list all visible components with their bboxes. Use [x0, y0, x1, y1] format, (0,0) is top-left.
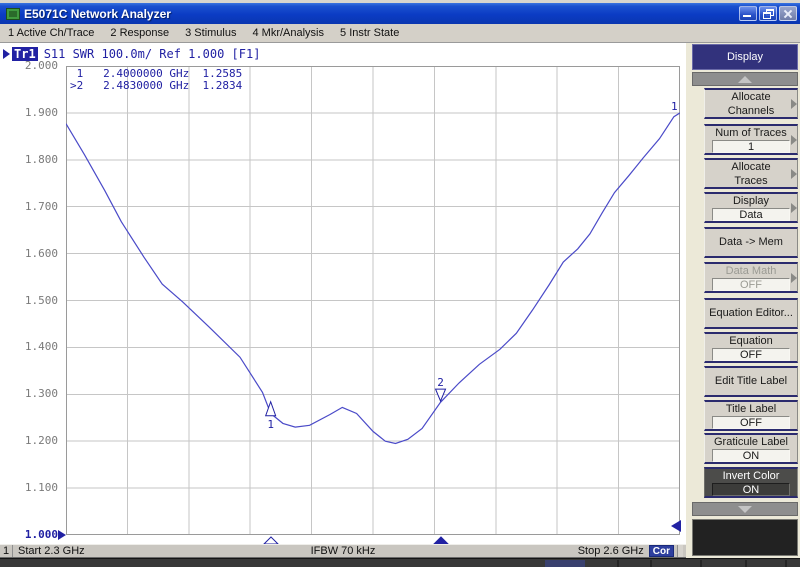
softkey-value: Data	[712, 208, 790, 221]
y-axis-label: 1.100	[8, 481, 58, 495]
y-axis-label: 1.200	[8, 434, 58, 448]
softkey-value: ON	[712, 449, 790, 462]
app-icon	[6, 8, 20, 20]
softkey-label: Display	[705, 194, 797, 208]
sweep-position-arrow-icon	[671, 520, 681, 532]
softkey-equation[interactable]: EquationOFF	[704, 332, 798, 363]
plot-area: 1 1 2	[66, 66, 680, 535]
menu-item-2-response[interactable]: 2 Response	[102, 25, 177, 41]
softkey-label: Num of Traces	[705, 126, 797, 140]
softkey-label: Invert Color	[705, 469, 797, 483]
softkey-label: Edit Title Label	[705, 368, 797, 394]
softkey-invert-color[interactable]: Invert ColorON	[704, 467, 798, 498]
y-axis-label: 1.000	[8, 528, 58, 542]
svg-text:2: 2	[437, 376, 444, 389]
softkey-equation-editor[interactable]: Equation Editor...	[704, 298, 798, 329]
softkey-label: Data Math	[705, 264, 797, 278]
analyzer-window: E5071C Network Analyzer 1 Active Ch/Trac…	[0, 0, 800, 567]
reference-level-arrow-icon	[58, 530, 66, 540]
svg-text:1: 1	[671, 100, 678, 113]
y-axis-label: 1.600	[8, 247, 58, 261]
softkey-value: OFF	[712, 278, 790, 291]
correction-badge: Cor	[649, 545, 674, 557]
y-axis-label: 1.400	[8, 340, 58, 354]
status-bar: 1 Start 2.3 GHz IFBW 70 kHz Stop 2.6 GHz…	[0, 544, 686, 558]
softkey-right-arrow-icon	[791, 135, 797, 145]
softkey-label: Traces	[705, 174, 797, 188]
softkey-label: Title Label	[705, 402, 797, 416]
menu-item-3-stimulus[interactable]: 3 Stimulus	[177, 25, 244, 41]
softkey-right-arrow-icon	[791, 203, 797, 213]
stop-frequency: Stop 2.6 GHz	[578, 545, 644, 557]
softkey-right-arrow-icon	[791, 99, 797, 109]
softkey-label: Allocate	[705, 160, 797, 174]
taskbar-divider	[785, 560, 787, 567]
menu-bar: 1 Active Ch/Trace2 Response3 Stimulus4 M…	[0, 24, 800, 43]
softkey-scroll-up-button[interactable]	[692, 72, 798, 86]
softkey-menu-title: Display	[692, 44, 798, 70]
softkey-num-of-traces[interactable]: Num of Traces1	[704, 124, 798, 155]
softkey-label: Allocate	[705, 90, 797, 104]
softkey-title-label[interactable]: Title LabelOFF	[704, 400, 798, 431]
trace-parameters: S11 SWR 100.0m/ Ref 1.000 [F1]	[44, 47, 261, 61]
status-spacer	[677, 545, 683, 557]
softkey-label: Data -> Mem	[705, 229, 797, 255]
marker-readout: 1 2.4000000 GHz 1.2585 >2 2.4830000 GHz …	[70, 68, 242, 92]
softkey-label: Channels	[705, 104, 797, 118]
menu-item-1-active-ch-trace[interactable]: 1 Active Ch/Trace	[0, 25, 102, 41]
softkey-panel: Display AllocateChannelsNum of Traces1Al…	[686, 43, 800, 558]
softkey-label: Graticule Label	[705, 435, 797, 449]
softkey-allocate-channels[interactable]: AllocateChannels	[704, 88, 798, 119]
softkey-label: Equation	[705, 334, 797, 348]
softkey-label: Equation Editor...	[705, 300, 797, 326]
y-axis-label: 1.700	[8, 200, 58, 214]
y-axis-label: 1.900	[8, 106, 58, 120]
softkey-right-arrow-icon	[791, 273, 797, 283]
taskbar-divider	[650, 560, 652, 567]
softkey-data-math[interactable]: Data MathOFF	[704, 262, 798, 293]
softkey-data-mem[interactable]: Data -> Mem	[704, 227, 798, 258]
trace-plot: 1 1 2	[66, 66, 680, 535]
title-bar[interactable]: E5071C Network Analyzer	[0, 3, 800, 24]
softkey-value: OFF	[712, 416, 790, 429]
softkey-value: OFF	[712, 348, 790, 361]
down-arrow-icon	[738, 506, 752, 513]
menu-item-4-mkr-analysis[interactable]: 4 Mkr/Analysis	[244, 25, 332, 41]
y-axis-label: 1.800	[8, 153, 58, 167]
y-axis-label: 1.300	[8, 387, 58, 401]
active-trace-arrow-icon	[3, 49, 10, 59]
taskbar-divider	[700, 560, 702, 567]
close-button[interactable]	[779, 6, 797, 21]
taskbar-strip	[0, 558, 800, 567]
taskbar-divider	[745, 560, 747, 567]
taskbar-segment	[545, 560, 585, 567]
minimize-button[interactable]	[739, 6, 757, 21]
softkey-graticule-label[interactable]: Graticule LabelON	[704, 433, 798, 464]
up-arrow-icon	[738, 76, 752, 83]
y-axis-label: 1.500	[8, 294, 58, 308]
window-title: E5071C Network Analyzer	[24, 7, 737, 21]
instrument-screen: Tr1 S11 SWR 100.0m/ Ref 1.000 [F1] 2.000…	[0, 43, 686, 544]
softkey-edit-title-label[interactable]: Edit Title Label	[704, 366, 798, 397]
restore-button[interactable]	[759, 6, 777, 21]
softkey-panel-empty-area	[692, 519, 798, 556]
softkey-display[interactable]: DisplayData	[704, 192, 798, 223]
softkey-right-arrow-icon	[791, 169, 797, 179]
svg-text:1: 1	[267, 418, 274, 431]
softkey-allocate-traces[interactable]: AllocateTraces	[704, 158, 798, 189]
softkey-scroll-down-button[interactable]	[692, 502, 798, 516]
taskbar-divider	[617, 560, 619, 567]
softkey-value: 1	[712, 140, 790, 153]
menu-item-5-instr-state[interactable]: 5 Instr State	[332, 25, 407, 41]
softkey-value: ON	[712, 483, 790, 496]
y-axis-label: 2.000	[8, 59, 58, 73]
minimize-icon	[743, 15, 751, 17]
